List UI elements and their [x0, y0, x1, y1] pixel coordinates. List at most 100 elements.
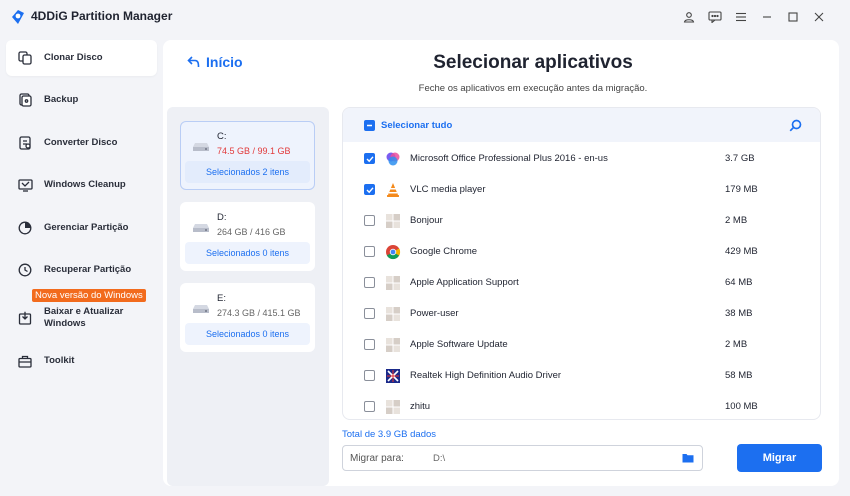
- apple-support-icon: [385, 275, 401, 291]
- disk-selected-count: Selecionados 0 itens: [185, 323, 310, 345]
- sidebar-item-backup[interactable]: Backup: [6, 82, 157, 118]
- check-icon: [366, 155, 374, 162]
- app-size: 179 MB: [725, 184, 758, 195]
- app-size: 2 MB: [725, 215, 748, 226]
- app-size: 58 MB: [725, 370, 753, 381]
- disk-usage: 264 GB / 416 GB: [217, 227, 286, 237]
- partial-check-icon: [364, 120, 375, 131]
- app-name: zhitu: [410, 401, 431, 412]
- app-name: VLC media player: [410, 184, 486, 195]
- user-icon[interactable]: [676, 8, 702, 26]
- total-data-label: Total de 3.9 GB dados: [342, 429, 437, 440]
- sidebar-item-converter-disco[interactable]: Converter Disco: [6, 125, 157, 161]
- drive-icon: [192, 222, 210, 236]
- destination-field[interactable]: Migrar para: D:\: [342, 445, 703, 471]
- vlc-icon: [385, 182, 401, 198]
- realtek-icon: [385, 368, 401, 384]
- app-name: Realtek High Definition Audio Driver: [410, 370, 562, 381]
- bonjour-icon: [385, 213, 401, 229]
- chrome-icon: [385, 244, 401, 260]
- app-name: Apple Software Update: [410, 339, 508, 350]
- destination-label: Migrar para:: [350, 452, 404, 464]
- app-row[interactable]: Google Chrome 429 MB: [343, 236, 820, 267]
- app-row[interactable]: Realtek High Definition Audio Driver 58 …: [343, 360, 820, 391]
- app-checkbox[interactable]: [364, 215, 375, 226]
- sidebar-item-baixar-atualizar-windows[interactable]: Baixar e Atualizar Windows: [6, 300, 157, 336]
- apps-list-header: Selecionar tudo: [343, 108, 820, 142]
- app-size: 38 MB: [725, 308, 753, 319]
- app-checkbox[interactable]: [364, 246, 375, 257]
- feedback-icon[interactable]: [702, 8, 728, 26]
- app-name: Power-user: [410, 308, 459, 319]
- app-row[interactable]: Power-user 38 MB: [343, 298, 820, 329]
- power-user-icon: [385, 306, 401, 322]
- app-checkbox[interactable]: [364, 401, 375, 412]
- disk-name: C:: [217, 131, 227, 142]
- recover-icon: [17, 262, 33, 278]
- maximize-icon[interactable]: [780, 8, 806, 26]
- drive-icon: [192, 141, 210, 155]
- app-checkbox[interactable]: [364, 153, 375, 164]
- disk-selected-count: Selecionados 0 itens: [185, 242, 310, 264]
- sidebar-item-gerenciar-particao[interactable]: Gerenciar Partição: [6, 210, 157, 246]
- page-subtitle: Feche os aplicativos em execução antes d…: [418, 83, 648, 94]
- app-logo-icon: [10, 9, 26, 25]
- app-checkbox[interactable]: [364, 308, 375, 319]
- title-bar: 4DDiG Partition Manager: [0, 0, 850, 34]
- app-checkbox[interactable]: [364, 277, 375, 288]
- office-icon: [385, 151, 401, 167]
- page-title: Selecionar aplicativos: [433, 52, 633, 73]
- app-title: 4DDiG Partition Manager: [31, 9, 173, 23]
- app-row[interactable]: zhitu 100 MB: [343, 391, 820, 419]
- main-panel: Início Selecionar aplicativos Feche os a…: [163, 40, 839, 486]
- disk-card-c[interactable]: C: 74.5 GB / 99.1 GB Selecionados 2 iten…: [180, 121, 315, 190]
- app-size: 429 MB: [725, 246, 758, 257]
- select-all-checkbox[interactable]: Selecionar tudo: [364, 120, 452, 131]
- sidebar-item-windows-cleanup[interactable]: Windows Cleanup: [6, 167, 157, 203]
- search-icon[interactable]: [789, 119, 802, 135]
- menu-icon[interactable]: [728, 8, 754, 26]
- disk-card-d[interactable]: D: 264 GB / 416 GB Selecionados 0 itens: [180, 202, 315, 271]
- close-icon[interactable]: [806, 8, 832, 26]
- sidebar-item-toolkit[interactable]: Toolkit: [6, 343, 157, 379]
- windows-update-icon: [17, 310, 33, 326]
- app-name: Google Chrome: [410, 246, 478, 257]
- app-row[interactable]: VLC media player 179 MB: [343, 174, 820, 205]
- toolkit-icon: [17, 353, 33, 369]
- drive-icon: [192, 303, 210, 317]
- sidebar: Clonar Disco Backup Converter Disco Wind…: [0, 34, 162, 496]
- disk-usage: 74.5 GB / 99.1 GB: [217, 146, 291, 156]
- select-all-label: Selecionar tudo: [381, 120, 453, 131]
- app-checkbox[interactable]: [364, 339, 375, 350]
- disk-name: D:: [217, 212, 227, 223]
- partition-icon: [17, 220, 33, 236]
- disk-name: E:: [217, 293, 226, 304]
- check-icon: [366, 186, 374, 193]
- disk-usage: 274.3 GB / 415.1 GB: [217, 308, 301, 318]
- app-size: 3.7 GB: [725, 153, 755, 164]
- sidebar-item-recuperar-particao[interactable]: Recuperar Partição: [6, 252, 157, 288]
- app-row[interactable]: Apple Software Update 2 MB: [343, 329, 820, 360]
- app-checkbox[interactable]: [364, 184, 375, 195]
- app-row[interactable]: Microsoft Office Professional Plus 2016 …: [343, 143, 820, 174]
- backup-icon: [17, 92, 33, 108]
- app-checkbox[interactable]: [364, 370, 375, 381]
- sidebar-item-clonar-disco[interactable]: Clonar Disco: [6, 40, 157, 76]
- migrate-button[interactable]: Migrar: [737, 444, 822, 472]
- disk-card-e[interactable]: E: 274.3 GB / 415.1 GB Selecionados 0 it…: [180, 283, 315, 352]
- app-row[interactable]: Bonjour 2 MB: [343, 205, 820, 236]
- generic-app-icon: [385, 399, 401, 415]
- app-row[interactable]: Apple Application Support 64 MB: [343, 267, 820, 298]
- app-name: Bonjour: [410, 215, 443, 226]
- minimize-icon[interactable]: [754, 8, 780, 26]
- app-size: 100 MB: [725, 401, 758, 412]
- app-name: Microsoft Office Professional Plus 2016 …: [410, 153, 608, 164]
- clone-disk-icon: [17, 50, 33, 66]
- cleanup-icon: [17, 177, 33, 193]
- apple-update-icon: [385, 337, 401, 353]
- disk-list: C: 74.5 GB / 99.1 GB Selecionados 2 iten…: [167, 107, 329, 486]
- disk-selected-count: Selecionados 2 itens: [185, 161, 310, 183]
- app-name: Apple Application Support: [410, 277, 519, 288]
- destination-value[interactable]: D:\: [433, 453, 676, 464]
- folder-icon[interactable]: [676, 446, 700, 470]
